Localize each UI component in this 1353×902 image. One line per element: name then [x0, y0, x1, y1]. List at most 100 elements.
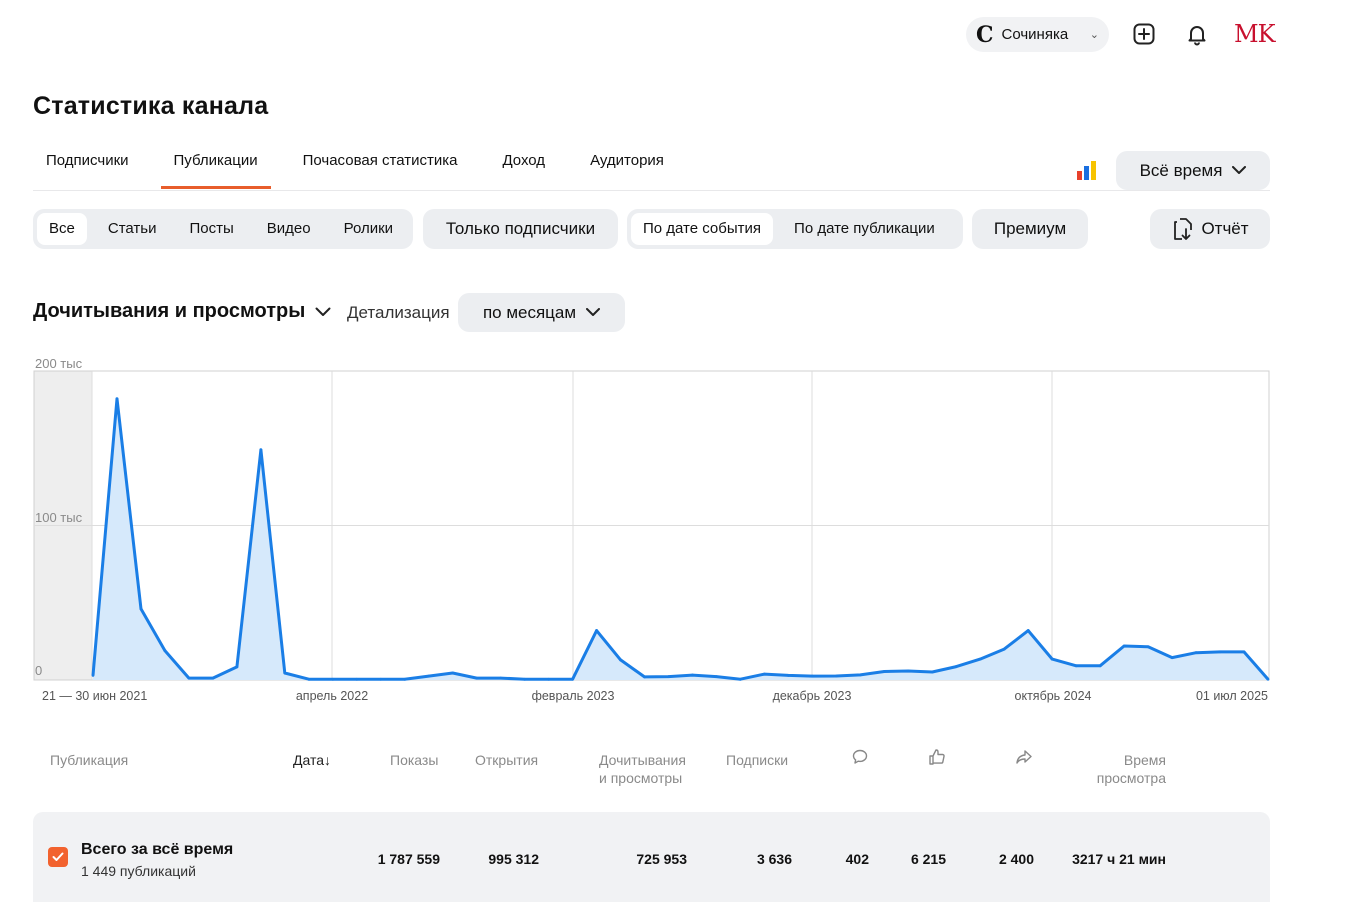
tab-subscribers[interactable]: Подписчики [33, 150, 142, 188]
x-tick-label: 01 июл 2025 [1196, 689, 1268, 703]
data-point[interactable] [1074, 664, 1078, 668]
x-tick-label: февраль 2023 [532, 689, 615, 703]
period-label: Всё время [1139, 160, 1223, 180]
tab-hourly[interactable]: Почасовая статистика [290, 150, 471, 188]
share-icon[interactable] [1015, 748, 1033, 770]
avatar[interactable]: MK [1234, 20, 1276, 48]
totals-shares: 2 400 [998, 851, 1034, 867]
data-point[interactable] [906, 669, 910, 673]
date-mode-filter: По дате события По дате публикации [627, 209, 963, 249]
data-point[interactable] [834, 674, 838, 678]
page-title: Статистика канала [33, 92, 269, 120]
filter-articles[interactable]: Статьи [96, 213, 169, 245]
col-watch-time[interactable]: Время просмотра [1094, 751, 1166, 787]
data-point[interactable] [1218, 650, 1222, 654]
period-selector[interactable]: Всё время [1116, 151, 1270, 190]
data-point[interactable] [571, 677, 574, 681]
totals-title: Всего за всё время [81, 841, 234, 858]
data-point[interactable] [451, 671, 455, 675]
data-point[interactable] [595, 629, 598, 632]
data-point[interactable] [499, 676, 503, 680]
col-reads[interactable]: Дочитывания и просмотры [599, 751, 686, 787]
channel-name: Сочиняка [1001, 26, 1069, 43]
plus-square-icon[interactable] [1130, 20, 1158, 48]
bell-icon[interactable] [1183, 20, 1211, 48]
data-point[interactable] [691, 673, 694, 677]
data-point[interactable] [1266, 677, 1270, 681]
like-icon[interactable] [928, 748, 946, 770]
data-point[interactable] [954, 665, 958, 668]
data-point[interactable] [1242, 650, 1246, 654]
data-point[interactable] [619, 658, 622, 662]
data-point[interactable] [115, 397, 119, 401]
data-point[interactable] [235, 665, 239, 669]
filter-video[interactable]: Видео [255, 213, 323, 245]
detail-selector[interactable]: по месяцам [458, 293, 625, 332]
col-impressions[interactable]: Показы [390, 751, 438, 769]
data-point[interactable] [1194, 651, 1198, 655]
tab-publications[interactable]: Публикации [160, 150, 271, 189]
comment-icon[interactable] [851, 748, 869, 770]
data-point[interactable] [427, 674, 431, 678]
data-point[interactable] [930, 670, 934, 674]
filter-all[interactable]: Все [37, 213, 87, 245]
filter-posts[interactable]: Посты [177, 213, 245, 245]
data-point[interactable] [1170, 656, 1174, 659]
data-point[interactable] [1026, 629, 1030, 632]
data-point[interactable] [667, 675, 670, 679]
totals-comments: 402 [845, 851, 869, 867]
data-point[interactable] [283, 671, 287, 675]
col-publication[interactable]: Публикация [50, 751, 128, 769]
arrow-down-icon: ↓ [324, 752, 332, 768]
data-point[interactable] [1050, 657, 1054, 661]
data-point[interactable] [739, 677, 742, 681]
data-point[interactable] [163, 649, 167, 653]
data-point[interactable] [211, 676, 215, 680]
views-chart[interactable]: 200 тыс 100 тыс 0 21 — 30 июн 2021 апрел… [0, 350, 1353, 710]
x-tick-label: апрель 2022 [296, 689, 368, 703]
channel-switcher[interactable]: C Сочиняка ⌄ [966, 17, 1109, 52]
data-point[interactable] [139, 607, 143, 611]
data-point[interactable] [787, 673, 790, 677]
data-point[interactable] [91, 673, 95, 677]
data-point[interactable] [355, 677, 359, 681]
data-point[interactable] [1122, 644, 1126, 648]
premium-button[interactable]: Премиум [972, 209, 1088, 249]
filter-shorts[interactable]: Ролики [332, 213, 405, 245]
data-point[interactable] [715, 675, 718, 679]
data-point[interactable] [858, 673, 862, 677]
data-point[interactable] [187, 676, 191, 680]
totals-subtitle: 1 449 публикаций [81, 863, 196, 879]
col-subscriptions[interactable]: Подписки [726, 751, 788, 769]
subscribers-only-button[interactable]: Только подписчики [423, 209, 618, 249]
tab-audience[interactable]: Аудитория [577, 150, 677, 188]
tabs-divider [33, 190, 1270, 191]
col-opens[interactable]: Открытия [475, 751, 538, 769]
data-point[interactable] [643, 675, 646, 679]
tab-income[interactable]: Доход [489, 150, 558, 188]
channel-logo: C [976, 21, 994, 48]
metric-selector[interactable]: Дочитывания и просмотры [33, 300, 331, 323]
data-point[interactable] [307, 677, 311, 681]
data-point[interactable] [379, 677, 383, 681]
stats-tabs: Подписчики Публикации Почасовая статисти… [33, 150, 696, 189]
data-point[interactable] [259, 448, 263, 452]
report-button[interactable]: Отчёт [1150, 209, 1270, 249]
data-point[interactable] [810, 674, 814, 678]
bar-chart-icon[interactable] [1076, 161, 1098, 181]
col-date[interactable]: Дата↓ [293, 751, 331, 769]
date-mode-event[interactable]: По дате события [631, 213, 774, 245]
data-point[interactable] [1002, 647, 1006, 651]
data-point[interactable] [331, 677, 335, 681]
data-point[interactable] [547, 677, 551, 681]
data-point[interactable] [1146, 645, 1150, 649]
data-point[interactable] [978, 657, 982, 661]
data-point[interactable] [1098, 664, 1102, 668]
data-point[interactable] [882, 670, 886, 673]
data-point[interactable] [403, 677, 407, 681]
data-point[interactable] [475, 676, 479, 680]
data-point[interactable] [523, 677, 527, 681]
data-point[interactable] [763, 672, 766, 676]
date-mode-publication[interactable]: По дате публикации [782, 213, 947, 245]
totals-checkbox[interactable] [48, 847, 68, 867]
